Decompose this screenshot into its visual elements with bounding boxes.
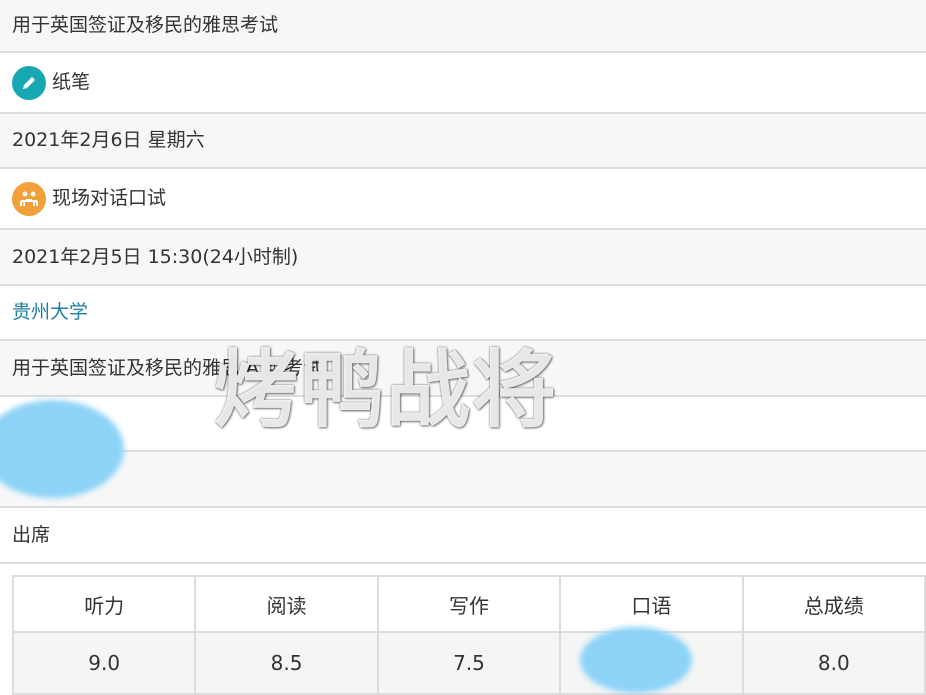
listening-score: 9.0 [11, 631, 197, 695]
people-talking-icon [12, 181, 46, 216]
speaking-datetime-text: 2021年2月5日 15:30(24小时制) [12, 245, 299, 268]
attendance-row: 出席 [0, 508, 926, 564]
speaking-format-text: 现场对话口试 [52, 187, 167, 209]
score-value-row: 9.0 8.5 7.5 8.0 [11, 631, 926, 695]
written-test-date-text: 2021年2月6日 星期六 [12, 129, 205, 151]
score-table: 听力 阅读 写作 口语 总成绩 9.0 8.5 7.5 8.0 [11, 575, 926, 695]
redacted-row-2 [0, 452, 926, 508]
exam-details-list: 用于英国签证及移民的雅思考试 纸笔 2021年2月6日 星期六 现场对话口试 2… [0, 0, 926, 564]
redaction-blob-speaking-score [580, 627, 692, 693]
speaking-header: 口语 [559, 575, 744, 633]
score-header-row: 听力 阅读 写作 口语 总成绩 [11, 575, 926, 633]
speaking-format-row: 现场对话口试 [0, 169, 926, 230]
listening-header: 听力 [11, 575, 197, 633]
pencil-icon [12, 65, 46, 100]
overall-header: 总成绩 [741, 575, 926, 633]
test-format-text: 纸笔 [52, 71, 91, 93]
test-format-row: 纸笔 [0, 53, 926, 114]
exam-type-text: 用于英国签证及移民的雅思考试 [12, 14, 279, 36]
speaking-datetime-row: 2021年2月5日 15:30(24小时制) [0, 230, 926, 286]
overall-score: 8.0 [741, 631, 926, 695]
venue-link[interactable]: 贵州大学 [12, 303, 88, 322]
venue-row: 贵州大学 [0, 286, 926, 341]
writing-score: 7.5 [376, 631, 562, 695]
watermark: 烤鸭战将 [214, 341, 559, 439]
reading-score: 8.5 [194, 631, 379, 695]
exam-type-row: 用于英国签证及移民的雅思考试 [0, 0, 926, 53]
written-test-date-row: 2021年2月6日 星期六 [0, 114, 926, 169]
writing-header: 写作 [376, 575, 562, 633]
attendance-text: 出席 [12, 523, 51, 546]
reading-header: 阅读 [194, 575, 379, 633]
